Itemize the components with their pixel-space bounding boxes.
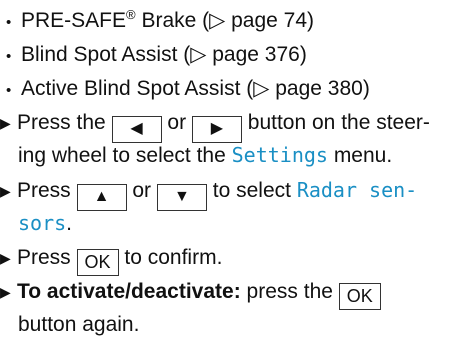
activate-deactivate-heading: To activate/deactivate: bbox=[17, 280, 241, 303]
step-text: to select bbox=[212, 179, 291, 202]
step-text: Press the bbox=[17, 111, 106, 134]
step-confirm: ▶ Press OK to confirm. bbox=[0, 241, 458, 276]
ok-button: OK bbox=[338, 283, 381, 310]
pre-safe-label: PRE-SAFE bbox=[21, 9, 127, 32]
step-select-radar-sensors: ▶ Press ▲ or ▼ to select Radar sen- sors. bbox=[0, 174, 458, 240]
step-text: to confirm. bbox=[124, 246, 223, 269]
step-text: Press bbox=[17, 179, 71, 202]
manual-page: • PRE-SAFE® Brake (▷ page 74) • Blind Spot… bbox=[0, 0, 462, 340]
step-text: menu. bbox=[333, 144, 393, 167]
bullet-dot-icon: • bbox=[6, 48, 12, 65]
step-line: ing wheel to select the Settings menu. bbox=[0, 139, 458, 172]
step-arrow-icon: ▶ bbox=[0, 250, 11, 266]
blind-spot-assist-label: Blind Spot Assist (▷ page 376) bbox=[21, 43, 307, 66]
down-arrow-button: ▼ bbox=[156, 184, 207, 211]
step-select-settings-menu: ▶ Press the ◀ or ▶ button on the steer- i… bbox=[0, 106, 458, 172]
bullet-dot-icon: • bbox=[6, 82, 12, 99]
step-text: press the bbox=[246, 280, 333, 303]
step-text: button again. bbox=[18, 313, 140, 336]
step-activate-deactivate: ▶ To activate/deactivate: press the OK bu… bbox=[0, 275, 458, 341]
step-text: button on the steer- bbox=[247, 111, 430, 134]
step-line: ▶ Press ▲ or ▼ to select Radar sen- bbox=[0, 174, 458, 211]
step-line: sors. bbox=[0, 207, 458, 240]
step-arrow-icon: ▶ bbox=[0, 183, 11, 199]
step-text: . bbox=[66, 212, 73, 235]
step-line: ▶ To activate/deactivate: press the OK bbox=[0, 275, 458, 310]
bullet-dot-icon: • bbox=[6, 14, 12, 31]
ok-button: OK bbox=[76, 249, 119, 276]
pre-safe-rest: Brake (▷ page 74) bbox=[135, 9, 315, 32]
or-text: or bbox=[167, 111, 187, 134]
step-line: button again. bbox=[0, 308, 458, 341]
step-arrow-icon: ▶ bbox=[0, 115, 11, 131]
active-blind-spot-assist-label: Active Blind Spot Assist (▷ page 380) bbox=[21, 77, 370, 100]
radar-sensors-menu-name: Radar sen- bbox=[296, 178, 418, 202]
step-line: ▶ Press OK to confirm. bbox=[0, 241, 458, 276]
step-text: Press bbox=[17, 246, 71, 269]
step-arrow-icon: ▶ bbox=[0, 284, 11, 300]
bullet-active-blind-spot-assist: • Active Blind Spot Assist (▷ page 380) bbox=[6, 72, 370, 107]
step-text: ing wheel to select the bbox=[18, 144, 226, 167]
registered-mark: ® bbox=[126, 7, 136, 22]
settings-menu-name: Settings bbox=[231, 143, 328, 167]
bullet-blind-spot-assist: • Blind Spot Assist (▷ page 376) bbox=[6, 38, 307, 73]
bullet-pre-safe-brake: • PRE-SAFE® Brake (▷ page 74) bbox=[6, 4, 314, 39]
or-text: or bbox=[132, 179, 152, 202]
up-arrow-button: ▲ bbox=[76, 184, 127, 211]
radar-sensors-menu-name-cont: sors bbox=[18, 211, 67, 235]
step-line: ▶ Press the ◀ or ▶ button on the steer- bbox=[0, 106, 458, 143]
